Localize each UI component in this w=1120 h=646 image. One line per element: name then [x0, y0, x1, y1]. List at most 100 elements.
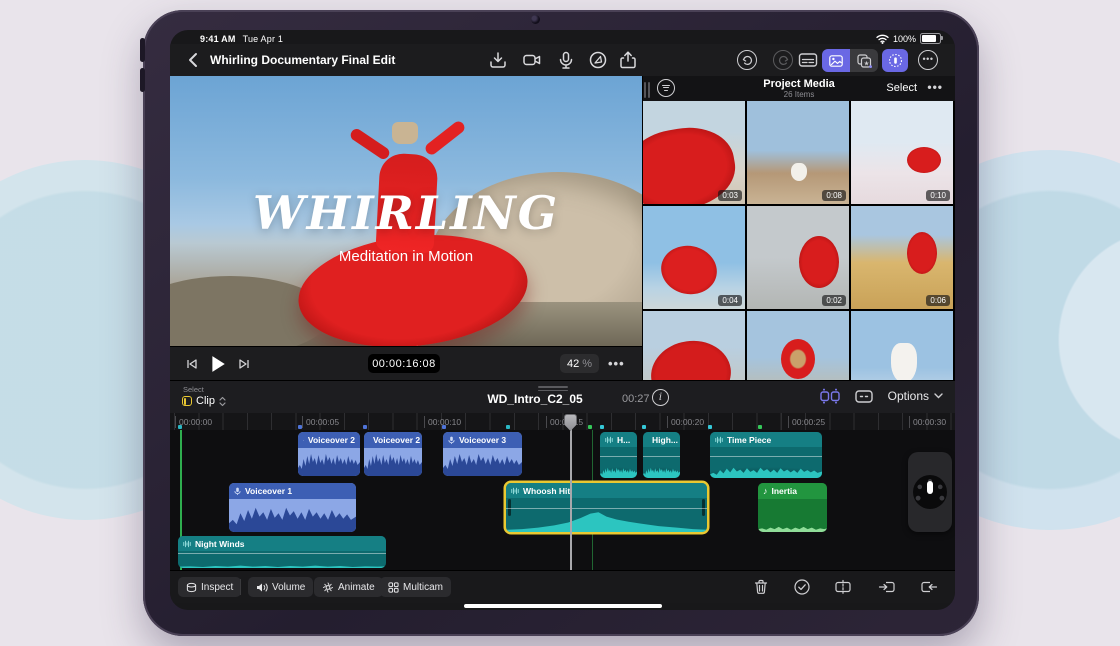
split-clip-button[interactable]	[834, 578, 852, 596]
media-browser-button[interactable]	[822, 49, 850, 72]
skip-back-icon[interactable]	[186, 358, 198, 370]
up-down-chevrons-icon	[219, 396, 226, 407]
share-icon[interactable]	[618, 50, 638, 70]
approve-button[interactable]	[793, 578, 811, 596]
zoom-level-control[interactable]: 42 %	[560, 354, 599, 373]
options-label: Options	[888, 389, 929, 403]
zoom-unit: %	[582, 358, 592, 370]
battery-percent: 100%	[893, 34, 916, 44]
ellipsis-icon: •••	[923, 54, 934, 64]
insert-clip-button[interactable]	[878, 578, 896, 596]
timeline-clip-inertia[interactable]: ♪Inertia	[758, 483, 827, 532]
animate-button[interactable]: Animate	[314, 577, 383, 597]
ruler-tick-label: 00:00:30	[909, 416, 946, 428]
timeline-clip-voiceover2b[interactable]: Voiceover 2	[364, 432, 422, 476]
timeline-clip-whoosh-hit-selected[interactable]: Whoosh Hit	[506, 483, 707, 532]
speaker-icon	[256, 582, 268, 593]
jog-wheel[interactable]	[908, 452, 952, 532]
viewer-overlay-title: WHIRLING	[170, 186, 642, 240]
redo-icon	[778, 55, 789, 66]
delete-button[interactable]	[752, 578, 770, 596]
select-button[interactable]: Select	[886, 82, 917, 94]
clip-start-marker	[642, 425, 646, 429]
selected-clip-name: WD_Intro_C2_05	[450, 392, 620, 406]
video-viewer[interactable]: WHIRLING Meditation in Motion	[170, 76, 642, 346]
battery-icon	[920, 33, 941, 44]
volume-button[interactable]: Volume	[248, 577, 313, 597]
clip-tool-selector[interactable]: Clip	[182, 395, 226, 407]
undo-button[interactable]	[737, 50, 757, 70]
microphone-icon[interactable]	[556, 50, 576, 70]
mic-icon	[448, 436, 455, 445]
effects-browser-button[interactable]: ★	[850, 49, 878, 72]
jog-wheel-toggle-button[interactable]	[882, 49, 908, 72]
media-thumbnail[interactable]: 0:10	[851, 101, 953, 204]
timeline-clip-time-piece[interactable]: Time Piece	[710, 432, 822, 478]
multicam-button[interactable]: Multicam	[380, 577, 451, 597]
timeline-clip-night-winds[interactable]: Night Winds	[178, 536, 386, 568]
play-button[interactable]	[210, 355, 226, 373]
import-media-icon[interactable]	[488, 50, 508, 70]
front-camera	[531, 15, 540, 24]
viewer-dancer-arm-left	[348, 127, 391, 162]
viewer-more-button[interactable]: •••	[608, 356, 625, 371]
volume-up-button	[140, 38, 145, 62]
media-thumbnail[interactable]: 0:02	[747, 206, 849, 309]
jog-dial-pointer	[927, 481, 933, 494]
inspect-button[interactable]: Inspect	[178, 577, 241, 597]
clip-info-button[interactable]: i	[652, 389, 669, 406]
connect-clip-icon[interactable]	[854, 388, 874, 404]
camera-record-icon[interactable]	[522, 50, 542, 70]
mode-label: Select	[183, 385, 204, 394]
trim-handle-right[interactable]	[702, 499, 705, 517]
clip-duration-badge: 0:06	[926, 295, 950, 306]
magnetic-timeline-icon[interactable]	[820, 388, 840, 404]
trim-handle-left[interactable]	[508, 499, 511, 517]
status-time: 9:41 AM	[200, 34, 236, 44]
undo-icon	[742, 55, 753, 66]
timeline-tracks: Voiceover 2 Voiceover 2 Voiceover 3 H...…	[170, 430, 955, 570]
redo-button[interactable]	[773, 50, 793, 70]
clip-label: Time Piece	[727, 435, 771, 445]
home-indicator[interactable]	[464, 604, 662, 608]
media-thumbnail[interactable]: 0:06	[851, 206, 953, 309]
media-thumbnail[interactable]	[851, 311, 953, 380]
titles-icon[interactable]	[798, 50, 818, 70]
browser-segment: ★	[822, 49, 878, 72]
timeline-clip-highlight1[interactable]: H...	[600, 432, 637, 478]
media-thumbnail[interactable]: 0:03	[643, 101, 745, 204]
media-thumbnail[interactable]: 0:08	[747, 101, 849, 204]
clip-duration-badge: 0:03	[718, 190, 742, 201]
skip-forward-icon[interactable]	[238, 358, 250, 370]
clip-label: Voiceover 2	[308, 435, 355, 445]
clip-start-marker	[178, 425, 182, 429]
jog-wheel-icon	[888, 53, 903, 68]
timeline-clip-highlight2[interactable]: High...	[643, 432, 680, 478]
clip-label: Voiceover 3	[459, 435, 506, 445]
overwrite-clip-button[interactable]	[920, 578, 938, 596]
ruler-tick-label: 00:00:25	[788, 416, 825, 428]
clip-label: Night Winds	[195, 539, 245, 549]
timeline-clip-voiceover2a[interactable]: Voiceover 2	[298, 432, 360, 476]
clip-tool-label: Clip	[196, 395, 215, 407]
media-thumbnail[interactable]	[643, 311, 745, 380]
options-button[interactable]: Options	[888, 389, 943, 403]
svg-text:★: ★	[863, 59, 869, 67]
clip-start-marker	[363, 425, 367, 429]
volume-label: Volume	[272, 582, 305, 593]
pen-tool-icon[interactable]	[588, 50, 608, 70]
media-thumbnail[interactable]: 0:04	[643, 206, 745, 309]
status-date: Tue Apr 1	[243, 34, 284, 44]
back-chevron-button[interactable]	[184, 50, 204, 70]
media-more-button[interactable]: •••	[927, 80, 943, 94]
clip-label: Voiceover 2	[373, 435, 420, 445]
more-button[interactable]: •••	[918, 50, 938, 70]
timeline-ruler[interactable]: 00:00:00 00:00:05 00:00:10 00:00:15 00:0…	[170, 413, 955, 431]
playhead-line[interactable]	[570, 415, 572, 570]
bottom-action-bar: Inspect Volume Animate Multicam	[170, 570, 955, 603]
jog-dial[interactable]	[913, 475, 947, 509]
timeline-clip-voiceover3[interactable]: Voiceover 3	[443, 432, 522, 476]
timeline-clip-voiceover1[interactable]: Voiceover 1	[229, 483, 356, 532]
effects-icon: ★	[857, 54, 872, 68]
media-thumbnail[interactable]	[747, 311, 849, 380]
